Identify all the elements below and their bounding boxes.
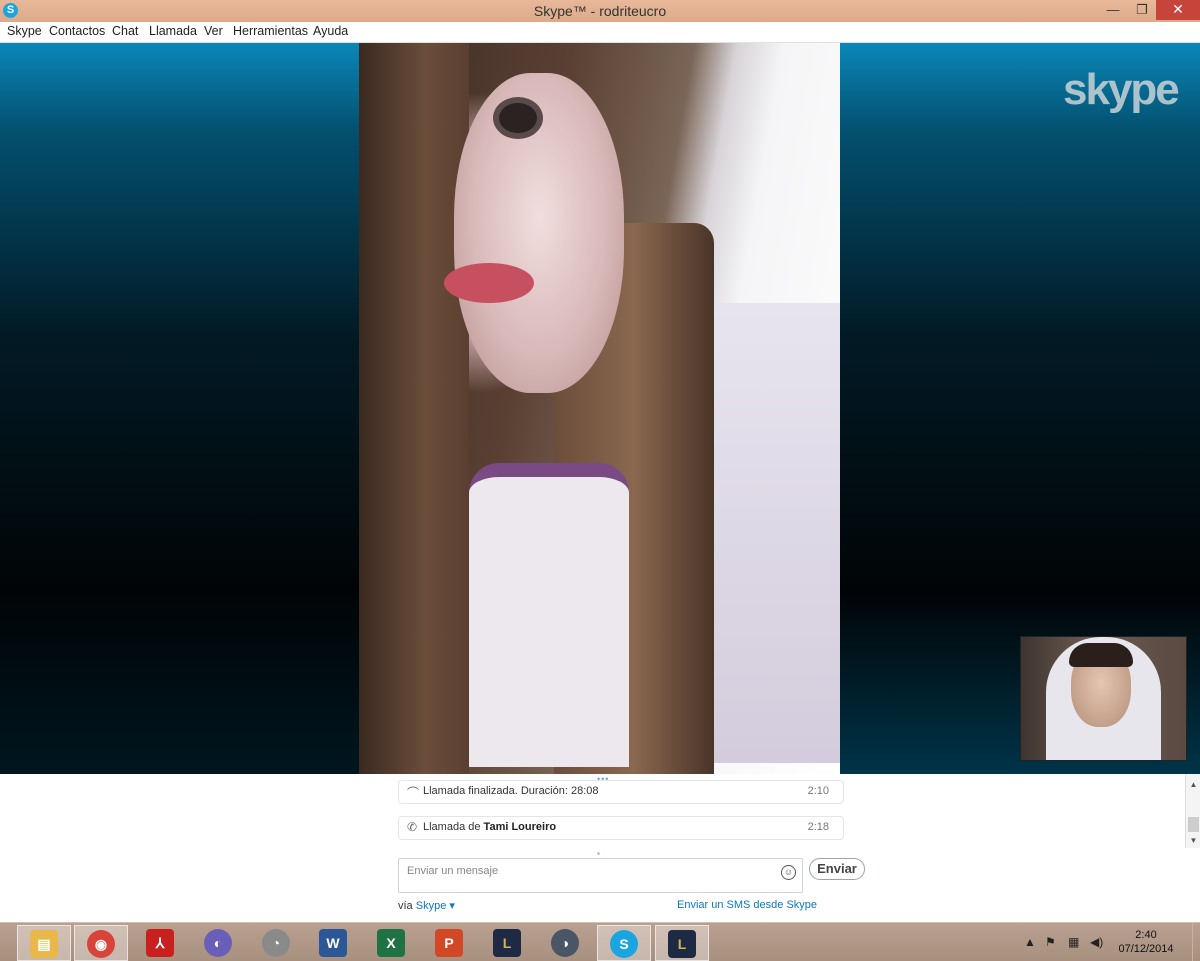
taskbar-league-of-legends-2[interactable]: L xyxy=(655,925,709,961)
self-view-video[interactable] xyxy=(1020,636,1187,761)
menu-skype[interactable]: Skype xyxy=(7,24,42,38)
video-hair-left xyxy=(359,43,469,774)
caller-name[interactable]: Tami Loureiro xyxy=(484,821,557,833)
skype-watermark-logo: skype xyxy=(1063,65,1180,114)
video-eye xyxy=(499,103,537,133)
chrome-icon: ◉ xyxy=(87,929,115,958)
menu-ayuda[interactable]: Ayuda xyxy=(313,24,348,38)
bittorrent-icon: ◐ xyxy=(204,928,232,957)
windows-taskbar: ▤ ◉ ⅄ ◐ ◔ W X P L ◑ S L ▲ ⚑ ▦ ◀) 2:40 07… xyxy=(0,922,1200,961)
send-sms-link[interactable]: Enviar un SMS desde Skype xyxy=(677,899,817,911)
volume-icon[interactable]: ◀) xyxy=(1090,923,1103,961)
emoticon-icon[interactable]: ☺ xyxy=(781,865,796,880)
message-input[interactable]: Enviar un mensaje ☺ xyxy=(398,858,803,893)
action-center-flag-icon[interactable]: ⚑ xyxy=(1045,923,1056,961)
taskbar-league-of-legends[interactable]: L xyxy=(481,925,533,959)
league-of-legends-icon: L xyxy=(493,928,521,957)
show-hidden-icons-icon[interactable]: ▲ xyxy=(1024,923,1036,961)
via-selector: vía Skype ▾ xyxy=(398,899,455,912)
scroll-thumb[interactable] xyxy=(1188,817,1199,832)
taskbar-adobe-reader[interactable]: ⅄ xyxy=(134,925,186,959)
skype-icon: S xyxy=(610,929,638,958)
taskbar-media-app[interactable]: ◔ xyxy=(250,925,302,959)
taskbar-skype[interactable]: S xyxy=(597,925,651,961)
minimize-button[interactable]: — xyxy=(1098,0,1128,20)
message-time: 2:18 xyxy=(807,821,829,833)
video-face xyxy=(454,73,624,393)
window-title: Skype™ - rodriteucro xyxy=(533,3,667,19)
system-clock[interactable]: 2:40 07/12/2014 xyxy=(1118,928,1174,956)
chat-message-incoming-call: ✆ Llamada de Tami Loureiro 2:18 xyxy=(398,816,844,840)
menu-contactos[interactable]: Contactos xyxy=(49,24,105,38)
taskbar-steam-like-app[interactable]: ◑ xyxy=(539,925,591,959)
taskbar-powerpoint[interactable]: P xyxy=(423,925,475,959)
powerpoint-icon: P xyxy=(435,928,463,957)
menu-herramientas[interactable]: Herramientas xyxy=(233,24,308,38)
video-lips xyxy=(444,263,534,303)
taskbar-excel[interactable]: X xyxy=(365,925,417,959)
background-left xyxy=(0,43,360,774)
menu-ver[interactable]: Ver xyxy=(204,24,223,38)
via-prefix: vía xyxy=(398,900,416,912)
restore-button[interactable]: ❐ xyxy=(1128,0,1156,20)
media-app-icon: ◔ xyxy=(262,928,290,957)
taskbar-file-explorer[interactable]: ▤ xyxy=(17,925,71,961)
league-of-legends-icon: L xyxy=(668,929,696,958)
remote-video-feed xyxy=(359,43,840,774)
message-text-prefix: Llamada de xyxy=(423,821,484,833)
chat-panel: ••• ⌒ Llamada finalizada. Duración: 28:0… xyxy=(0,774,1200,922)
menu-chat[interactable]: Chat xyxy=(112,24,138,38)
compose-resize-handle[interactable]: ▪ xyxy=(597,849,600,858)
via-skype-dropdown[interactable]: Skype ▾ xyxy=(416,900,455,912)
phone-icon: ✆ xyxy=(407,820,418,834)
message-text: Llamada finalizada. Duración: 28:08 xyxy=(423,785,599,797)
message-input-placeholder: Enviar un mensaje xyxy=(407,865,499,877)
title-bar: S Skype™ - rodriteucro — ❐ ✕ xyxy=(0,0,1200,23)
taskbar-word[interactable]: W xyxy=(307,925,359,959)
menu-llamada[interactable]: Llamada xyxy=(149,24,197,38)
scroll-down-arrow-icon[interactable]: ▼ xyxy=(1186,836,1200,845)
show-desktop-button[interactable] xyxy=(1192,923,1200,961)
network-icon[interactable]: ▦ xyxy=(1068,923,1079,961)
chat-scrollbar[interactable]: ▲ ▼ xyxy=(1185,774,1200,848)
chat-message-call-ended: ⌒ Llamada finalizada. Duración: 28:08 2:… xyxy=(398,780,844,804)
file-explorer-icon: ▤ xyxy=(30,929,58,958)
word-icon: W xyxy=(319,928,347,957)
taskbar-bittorrent[interactable]: ◐ xyxy=(192,925,244,959)
message-time: 2:10 xyxy=(807,785,829,797)
self-view-hair xyxy=(1069,643,1133,667)
call-ended-icon: ⌒ xyxy=(407,786,420,800)
app-icon: ◑ xyxy=(551,928,579,957)
menu-bar: Skype Contactos Chat Llamada Ver Herrami… xyxy=(0,22,1200,43)
video-shirt xyxy=(469,463,629,767)
clock-date: 07/12/2014 xyxy=(1118,943,1174,955)
close-button[interactable]: ✕ xyxy=(1156,0,1200,20)
send-button[interactable]: Enviar xyxy=(809,858,865,880)
scroll-up-arrow-icon[interactable]: ▲ xyxy=(1186,780,1200,789)
video-call-area[interactable]: skype xyxy=(0,43,1200,774)
clock-time: 2:40 xyxy=(1135,929,1157,941)
message-text: Llamada de Tami Loureiro xyxy=(423,821,556,833)
adobe-reader-icon: ⅄ xyxy=(146,928,174,957)
excel-icon: X xyxy=(377,928,405,957)
taskbar-chrome[interactable]: ◉ xyxy=(74,925,128,961)
